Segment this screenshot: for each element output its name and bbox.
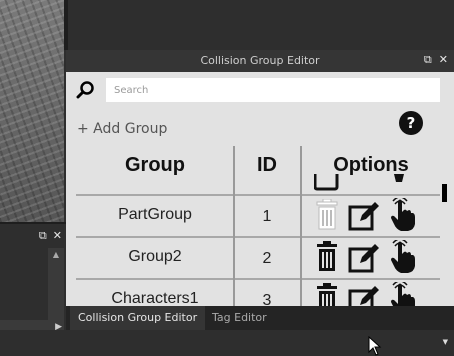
search-row (66, 72, 454, 108)
table-scrollbar[interactable] (440, 146, 454, 306)
editor-title: Collision Group Editor (200, 54, 320, 67)
help-icon[interactable]: ? (399, 111, 423, 135)
collision-group-editor: Collision Group Editor ⧉ ✕ + Add Group ?… (66, 50, 454, 306)
close-icon[interactable]: ✕ (439, 54, 448, 65)
hand-pointer-icon[interactable] (386, 174, 412, 194)
dock-tab-bar: Collision Group Editor Tag Editor (66, 306, 454, 330)
bottom-status-strip: ▼ (0, 330, 454, 356)
row-divider (76, 278, 440, 280)
studio-root: ⧉ ✕ ▲ ▼ ▶ Collision Group Editor ⧉ ✕ (0, 0, 454, 356)
row-group-name[interactable]: Group2 (76, 248, 234, 266)
edit-icon[interactable] (348, 283, 380, 306)
left-panel-controls: ⧉ ✕ (39, 230, 62, 241)
column-header-group: Group (125, 154, 185, 176)
column-divider (233, 146, 235, 306)
top-panel-strip (64, 0, 454, 46)
tab-tag-editor[interactable]: Tag Editor (204, 306, 275, 330)
restore-icon[interactable]: ⧉ (424, 54, 432, 65)
row-divider (76, 194, 440, 196)
column-header-id: ID (257, 154, 277, 176)
scroll-up-icon[interactable]: ▲ (48, 248, 64, 262)
scrollbar-thumb[interactable] (442, 184, 447, 202)
hand-pointer-icon[interactable] (388, 240, 416, 274)
restore-icon[interactable]: ⧉ (39, 230, 47, 241)
edit-icon[interactable] (348, 174, 378, 194)
row-options (314, 198, 434, 232)
close-icon[interactable]: ✕ (53, 230, 62, 241)
row-divider (76, 236, 440, 238)
row-options (314, 240, 434, 274)
hand-pointer-icon[interactable] (388, 198, 416, 232)
row-options (314, 282, 434, 306)
row-id: 3 (262, 292, 272, 306)
search-input[interactable] (106, 78, 440, 102)
row-group-name[interactable]: Characters1 (76, 290, 234, 306)
edit-icon[interactable] (348, 199, 380, 231)
add-group-button[interactable]: + Add Group (77, 121, 167, 137)
trash-icon[interactable] (314, 283, 340, 306)
clipped-row-options (314, 174, 434, 194)
3d-viewport[interactable] (0, 0, 64, 222)
row-id: 1 (262, 208, 272, 225)
column-divider (300, 146, 302, 306)
trash-icon (316, 199, 338, 230)
trash-icon[interactable] (314, 174, 340, 194)
edit-icon[interactable] (348, 241, 380, 273)
panel-splitter[interactable] (64, 0, 68, 50)
hand-pointer-icon[interactable] (388, 282, 416, 306)
groups-table: Group ID Options PartGroup 1 Group2 2 Ch… (76, 146, 440, 306)
row-id: 2 (262, 250, 272, 267)
dropdown-arrow-icon[interactable]: ▼ (443, 338, 448, 346)
trash-icon[interactable] (314, 241, 340, 273)
mouse-cursor-icon (368, 336, 382, 356)
magnifier-icon (76, 81, 94, 99)
row-group-name[interactable]: PartGroup (76, 206, 234, 224)
editor-titlebar[interactable]: Collision Group Editor ⧉ ✕ (66, 50, 454, 72)
editor-window-controls: ⧉ ✕ (424, 54, 448, 65)
tab-collision-group-editor[interactable]: Collision Group Editor (70, 306, 206, 330)
